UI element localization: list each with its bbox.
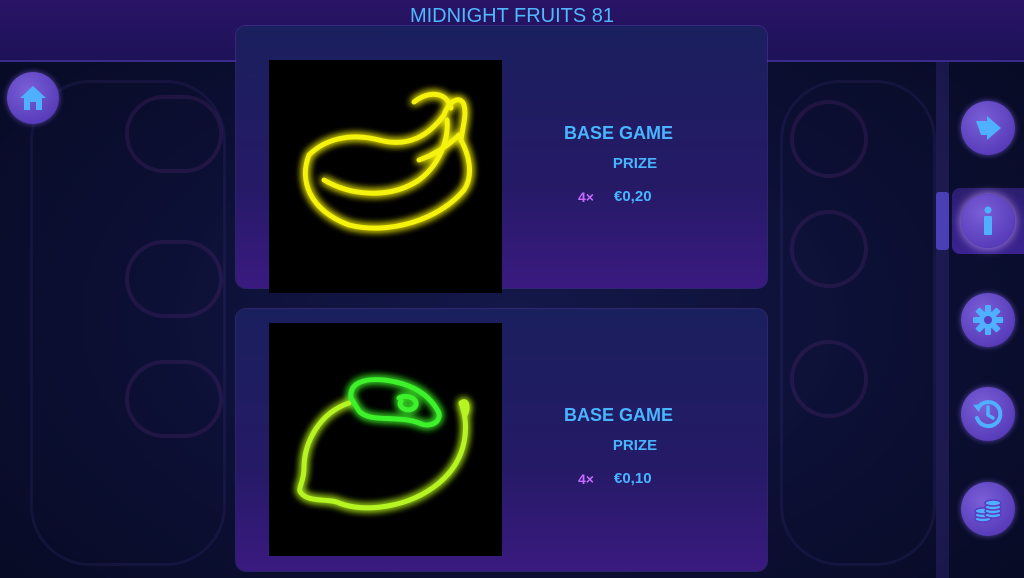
- section-label: BASE GAME: [563, 405, 673, 425]
- background-fruit: [125, 95, 223, 173]
- background-fruit: [790, 100, 868, 178]
- background-fruit: [790, 340, 868, 418]
- symbol-art: [269, 323, 502, 556]
- banana-icon: [302, 91, 473, 231]
- prize-label: PRIZE: [612, 437, 658, 454]
- info-button[interactable]: [961, 194, 1015, 248]
- background-fruit: [125, 360, 223, 438]
- scrollbar-thumb[interactable]: [936, 192, 949, 250]
- bet-button[interactable]: [961, 482, 1015, 536]
- arrow-right-icon: [976, 116, 1001, 140]
- gear-icon: [973, 305, 1003, 335]
- symbol-art: [269, 60, 502, 293]
- scrollbar-track[interactable]: [936, 62, 949, 578]
- home-button[interactable]: [7, 72, 59, 124]
- background-fruit: [790, 210, 868, 288]
- prize-label: PRIZE: [612, 155, 658, 172]
- history-icon: [973, 400, 1003, 429]
- multiplier-label: 4×: [578, 471, 594, 487]
- section-label: BASE GAME: [563, 123, 673, 143]
- paytable-card-lime: BASE GAME PRIZE 4× €0,10: [236, 309, 767, 571]
- game-title: MIDNIGHT FRUITS 81: [409, 5, 615, 27]
- info-icon: [984, 206, 992, 235]
- home-icon: [20, 86, 46, 110]
- prize-amount: €0,20: [614, 188, 652, 205]
- background-fruit: [125, 240, 223, 318]
- history-button[interactable]: [961, 387, 1015, 441]
- coins-icon: [974, 499, 1002, 523]
- paytable-card-banana: BASE GAME PRIZE 4× €0,20: [236, 26, 767, 293]
- lime-icon: [297, 377, 470, 511]
- settings-button[interactable]: [961, 293, 1015, 347]
- prize-amount: €0,10: [614, 470, 652, 487]
- multiplier-label: 4×: [578, 189, 594, 205]
- close-help-button[interactable]: [961, 101, 1015, 155]
